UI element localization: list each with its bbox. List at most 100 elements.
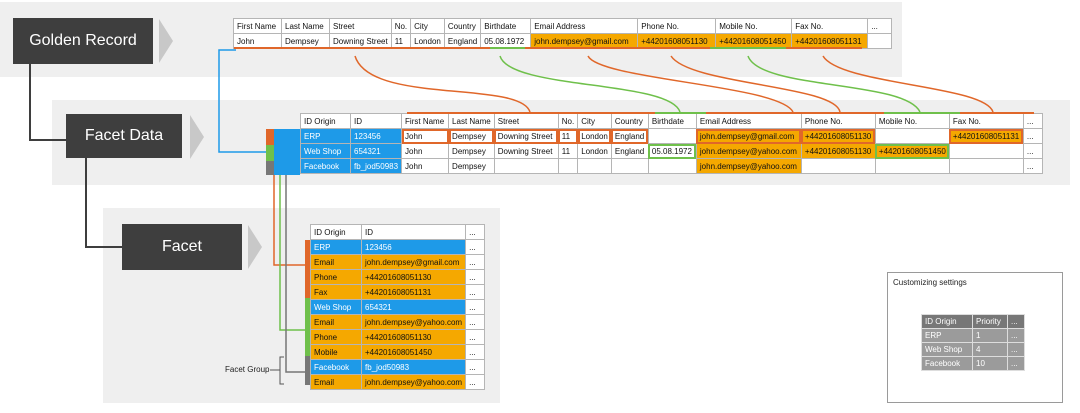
golden-header: First Name <box>233 18 282 34</box>
golden-header: ... <box>867 18 893 34</box>
golden-header: Birthdate <box>480 18 532 34</box>
facet-data-cell: john.dempsey@yahoo.com <box>695 158 802 174</box>
facet-data-header: City <box>577 113 612 129</box>
facet-data-cell: Downing Street <box>493 128 559 144</box>
facet-chevron <box>248 225 262 269</box>
facet-cell: Fax <box>310 284 362 300</box>
golden-header: Street <box>329 18 392 34</box>
facet-cell: ... <box>465 239 486 255</box>
facet-cell: 654321 <box>360 299 467 315</box>
facet-data-cell: Web Shop <box>300 143 351 159</box>
facet-data-cell: 654321 <box>349 143 403 159</box>
golden-header: Email Address <box>530 18 639 34</box>
facet-data-cell: fb_jod50983 <box>349 158 403 174</box>
facet-label: Facet <box>122 224 242 270</box>
golden-underline <box>234 47 490 49</box>
facet-data-cell <box>647 158 697 174</box>
facet-cell: Mobile <box>310 344 362 360</box>
golden-header: City <box>410 18 445 34</box>
priority-header: ... <box>1007 314 1025 329</box>
golden-record-table: First Name Last Name Street No. City Cou… <box>233 18 893 49</box>
facet-cell: Web Shop <box>310 299 362 315</box>
facet-cell: +44201608051130 <box>360 269 467 285</box>
facet-header: ... <box>465 224 486 240</box>
facet-table: ID Origin ID ... ERP 123456 ... Email jo… <box>310 224 486 390</box>
facet-data-underline <box>960 112 1034 114</box>
facet-data-strip-erp <box>266 129 300 145</box>
facet-data-cell: England <box>610 128 649 144</box>
facet-cell: +44201608051131 <box>360 284 467 300</box>
golden-underline <box>710 47 786 49</box>
facet-cell: ... <box>465 359 486 375</box>
facet-cell: ... <box>465 299 486 315</box>
facet-data-cell <box>577 158 612 174</box>
facet-data-cell <box>493 158 559 174</box>
facet-cell: ERP <box>310 239 362 255</box>
facet-data-cell <box>610 158 649 174</box>
facet-data-header: No. <box>557 113 579 129</box>
facet-cell: Phone <box>310 269 362 285</box>
facet-data-cell: Dempsey <box>448 143 495 159</box>
facet-data-cell <box>647 128 697 144</box>
facet-data-table: ID Origin ID First Name Last Name Street… <box>300 113 1043 174</box>
golden-record-label: Golden Record <box>13 18 153 64</box>
facet-data-cell <box>800 158 876 174</box>
golden-header: Last Name <box>281 18 330 34</box>
golden-header: No. <box>390 18 412 34</box>
facet-data-strip-facebook <box>266 161 300 175</box>
priority-cell: Facebook <box>921 356 973 371</box>
facet-data-underline <box>655 112 706 114</box>
facet-data-header: Email Address <box>695 113 802 129</box>
facet-data-cell: John <box>401 143 450 159</box>
facet-data-header: Country <box>610 113 649 129</box>
golden-header: Mobile No. <box>715 18 793 34</box>
customizing-settings-panel: Customizing settings ID Origin Priority … <box>887 272 1063 403</box>
facet-data-cell <box>557 158 579 174</box>
facet-data-cell: 11 <box>557 143 579 159</box>
facet-cell: Email <box>310 314 362 330</box>
facet-data-cell: john.dempsey@yahoo.com <box>695 143 802 159</box>
facet-data-cell: +44201608051130 <box>800 128 876 144</box>
golden-underline <box>490 47 525 49</box>
golden-header: Phone No. <box>637 18 717 34</box>
golden-cell <box>867 33 893 49</box>
facet-data-cell: Facebook <box>300 158 351 174</box>
golden-header: Fax No. <box>791 18 869 34</box>
facet-data-cell: Dempsey <box>448 128 495 144</box>
facet-data-cell: +44201608051130 <box>800 143 876 159</box>
facet-cell: ... <box>465 329 486 345</box>
facet-data-cell: 123456 <box>349 128 403 144</box>
facet-data-cell: ... <box>1022 143 1043 159</box>
priority-table: ID Origin Priority ... ERP 1 ... Web Sho… <box>921 314 1025 371</box>
facet-cell: ... <box>465 344 486 360</box>
facet-group-strip-erp <box>305 240 310 298</box>
facet-cell: +44201608051130 <box>360 329 467 345</box>
facet-data-cell: 05.08.1972 <box>647 143 697 159</box>
facet-cell: Phone <box>310 329 362 345</box>
facet-data-label: Facet Data <box>66 114 182 158</box>
priority-cell: ... <box>1007 356 1025 371</box>
priority-cell: ... <box>1007 342 1025 357</box>
facet-data-cell: +44201608051131 <box>948 128 1024 144</box>
golden-header: Country <box>443 18 482 34</box>
facet-data-header: Phone No. <box>800 113 876 129</box>
facet-cell: Email <box>310 254 362 270</box>
facet-data-underline <box>706 112 884 114</box>
priority-cell: ERP <box>921 328 973 343</box>
golden-underline <box>525 47 710 49</box>
facet-data-cell: England <box>610 143 649 159</box>
facet-data-cell: London <box>577 128 612 144</box>
facet-cell: +44201608051450 <box>360 344 467 360</box>
facet-data-header: ... <box>1022 113 1043 129</box>
facet-cell: john.dempsey@gmail.com <box>360 254 467 270</box>
facet-data-cell: John <box>401 158 450 174</box>
facet-cell: ... <box>465 254 486 270</box>
facet-data-cell: ... <box>1022 128 1043 144</box>
priority-cell: 4 <box>972 342 1008 357</box>
facet-group-strip-facebook <box>305 356 310 385</box>
facet-cell: ... <box>465 269 486 285</box>
facet-data-strip-webshop <box>266 145 300 161</box>
priority-header: Priority <box>972 314 1008 329</box>
facet-data-cell: 11 <box>557 128 579 144</box>
facet-cell: Facebook <box>310 359 362 375</box>
